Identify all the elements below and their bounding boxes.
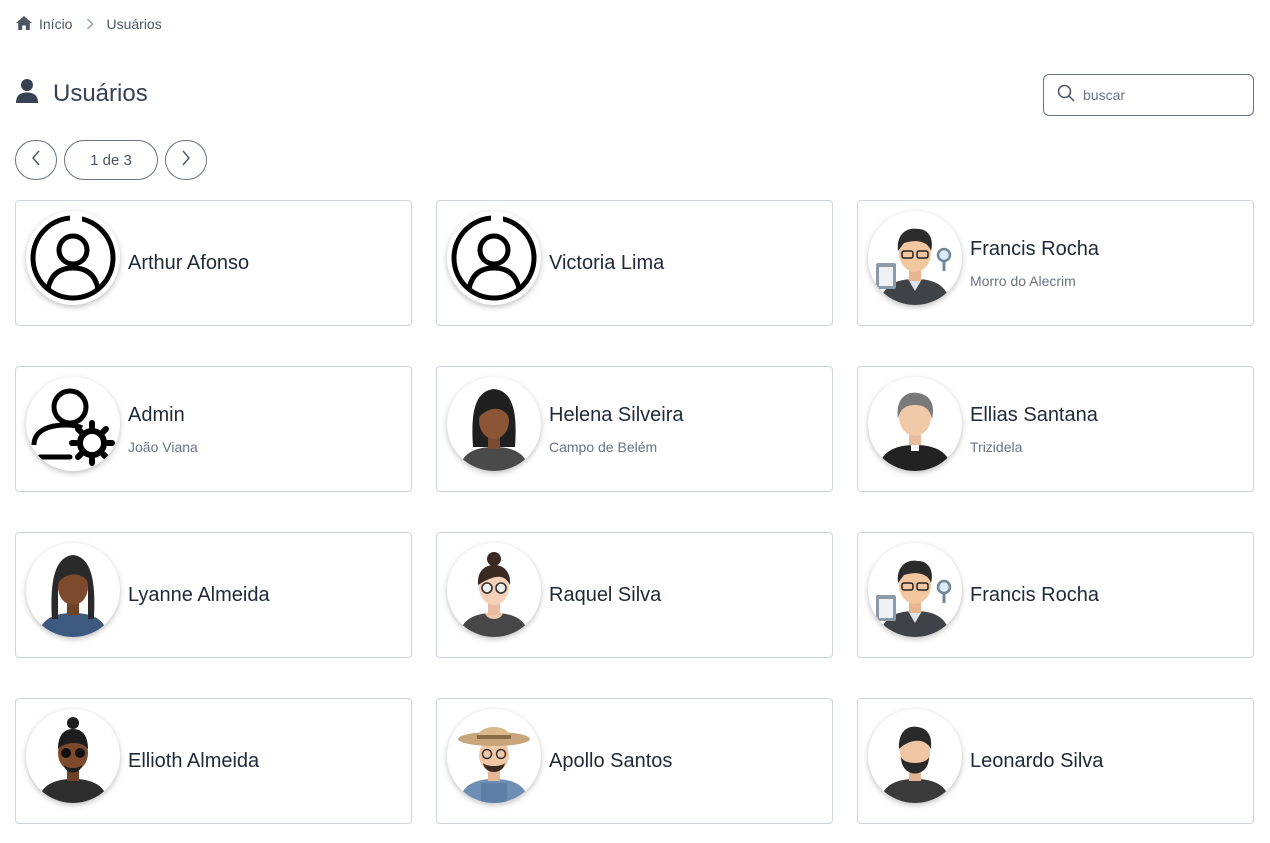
user-info: Admin João Viana: [128, 404, 198, 455]
user-icon: [15, 78, 39, 109]
user-card[interactable]: Francis Rocha Morro do Alecrim: [857, 200, 1254, 326]
user-info: Arthur Afonso: [128, 252, 249, 275]
user-name: Admin: [128, 403, 185, 426]
breadcrumb: Início Usuários: [15, 14, 162, 34]
woman-glasses-avatar: [447, 543, 541, 637]
chevron-right-icon: [86, 18, 95, 30]
farmer-avatar: [447, 709, 541, 803]
search-box[interactable]: [1043, 74, 1254, 116]
user-name: Lyanne Almeida: [128, 583, 270, 606]
user-name: Ellias Santana: [970, 403, 1098, 426]
user-name: Helena Silveira: [549, 403, 684, 426]
user-name: Francis Rocha: [970, 583, 1099, 606]
user-location: Campo de Belém: [549, 438, 658, 455]
user-grid: Arthur Afonso Victoria Lima Francis Roch…: [15, 200, 1254, 824]
user-card[interactable]: Victoria Lima: [436, 200, 833, 326]
user-name: Raquel Silva: [549, 583, 662, 606]
user-name: Ellioth Almeida: [128, 749, 260, 772]
inspector-avatar: [868, 211, 962, 305]
user-name: Victoria Lima: [549, 251, 665, 274]
breadcrumb-current[interactable]: Usuários: [106, 16, 161, 32]
user-info: Leonardo Silva: [970, 750, 1103, 773]
user-card[interactable]: Ellioth Almeida: [15, 698, 412, 824]
search-icon: [1057, 84, 1075, 107]
user-info: Francis Rocha Morro do Alecrim: [970, 238, 1099, 289]
breadcrumb-home[interactable]: Início: [15, 15, 72, 34]
user-info: Apollo Santos: [549, 750, 672, 773]
next-page-button[interactable]: [165, 140, 207, 180]
user-location: Trizidela: [970, 438, 1023, 455]
default-user-icon: [447, 211, 541, 305]
chevron-right-icon: [181, 150, 191, 171]
admin-user-gear-icon: [26, 377, 120, 471]
user-info: Raquel Silva: [549, 584, 661, 607]
chevron-left-icon: [31, 150, 41, 171]
user-name: Francis Rocha: [970, 237, 1099, 260]
user-location: João Viana: [128, 438, 198, 455]
user-card[interactable]: Lyanne Almeida: [15, 532, 412, 658]
user-name: Apollo Santos: [549, 749, 673, 772]
user-info: Lyanne Almeida: [128, 584, 270, 607]
user-card[interactable]: Apollo Santos: [436, 698, 833, 824]
page-header: Usuários: [15, 78, 148, 109]
user-location: Morro do Alecrim: [970, 272, 1076, 289]
search-input[interactable]: [1083, 87, 1233, 103]
previous-page-button[interactable]: [15, 140, 57, 180]
user-card[interactable]: Helena Silveira Campo de Belém: [436, 366, 833, 492]
inspector-avatar: [868, 543, 962, 637]
home-icon: [15, 15, 33, 34]
user-info: Ellioth Almeida: [128, 750, 259, 773]
woman-braids-avatar: [26, 543, 120, 637]
user-card[interactable]: Arthur Afonso: [15, 200, 412, 326]
breadcrumb-home-label: Início: [39, 16, 73, 32]
user-card[interactable]: Francis Rocha: [857, 532, 1254, 658]
user-info: Helena Silveira Campo de Belém: [549, 404, 684, 455]
user-info: Victoria Lima: [549, 252, 664, 275]
woman-avatar: [447, 377, 541, 471]
user-card[interactable]: Raquel Silva: [436, 532, 833, 658]
user-card[interactable]: Ellias Santana Trizidela: [857, 366, 1254, 492]
user-info: Francis Rocha: [970, 584, 1099, 607]
man-sunglasses-avatar: [26, 709, 120, 803]
page-title: Usuários: [53, 79, 148, 107]
user-name: Leonardo Silva: [970, 749, 1104, 772]
default-user-icon: [26, 211, 120, 305]
priest-avatar: [868, 377, 962, 471]
page-indicator: 1 de 3: [64, 140, 158, 180]
user-card[interactable]: Admin João Viana: [15, 366, 412, 492]
bearded-man-avatar: [868, 709, 962, 803]
user-card[interactable]: Leonardo Silva: [857, 698, 1254, 824]
pagination: 1 de 3: [15, 140, 207, 180]
user-info: Ellias Santana Trizidela: [970, 404, 1098, 455]
user-name: Arthur Afonso: [128, 251, 250, 274]
